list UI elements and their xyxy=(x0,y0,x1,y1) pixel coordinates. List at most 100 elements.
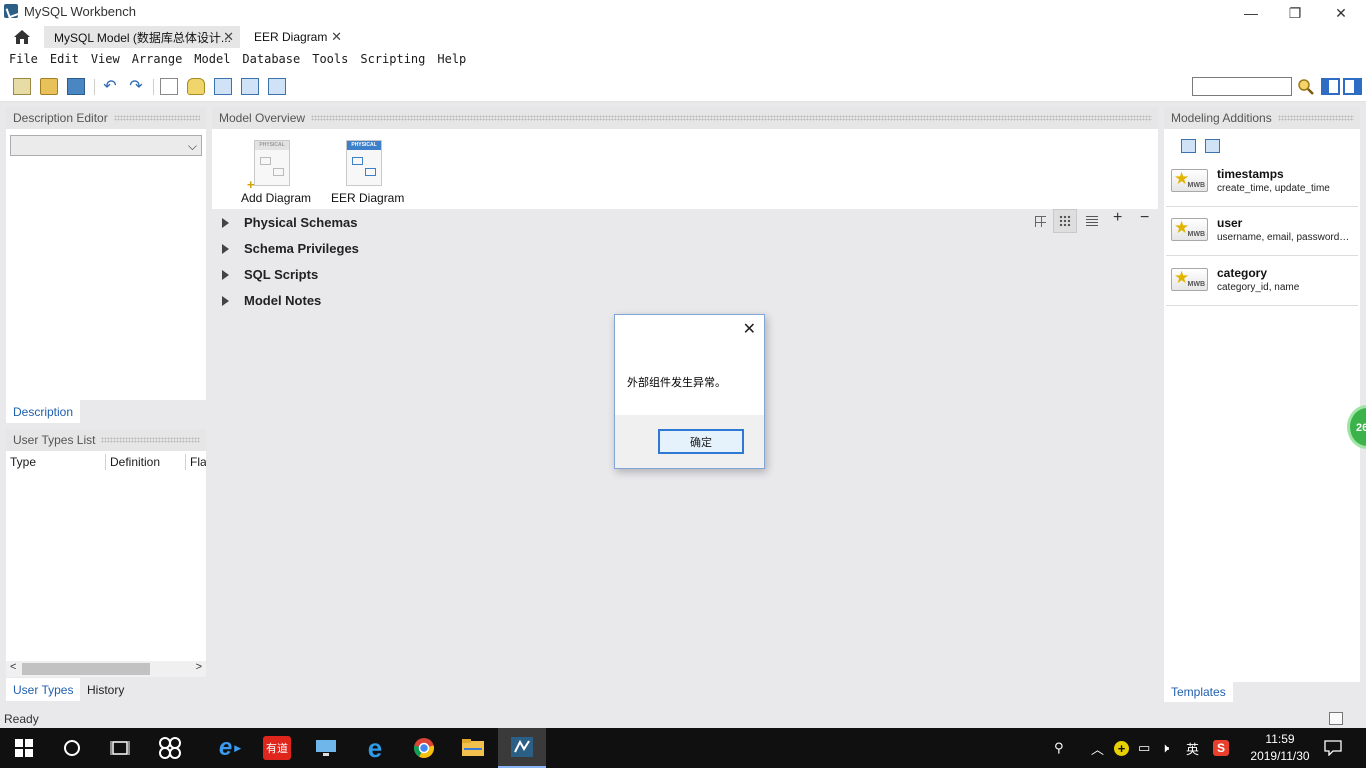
output-toggle-icon[interactable] xyxy=(1329,712,1343,725)
add-diagram-label[interactable]: Add Diagram xyxy=(241,191,311,205)
remove-icon[interactable]: − xyxy=(1140,209,1149,227)
template-item-category[interactable]: ★ MWB category category_id, name xyxy=(1166,258,1358,306)
window-title: MySQL Workbench xyxy=(24,4,136,19)
taskbar-app-chrome[interactable] xyxy=(400,728,448,768)
column-type[interactable]: Type xyxy=(10,455,36,469)
dialog-close-icon[interactable]: ✕ xyxy=(743,319,756,339)
taskbar-app-edge[interactable]: e xyxy=(351,728,399,768)
horizontal-scrollbar[interactable]: < > xyxy=(6,661,206,677)
save-model-icon[interactable] xyxy=(67,78,85,95)
expand-arrow-icon[interactable] xyxy=(222,217,229,228)
section-physical-schemas[interactable]: Physical Schemas xyxy=(222,215,357,230)
edit-template-icon[interactable] xyxy=(1181,139,1196,153)
user-types-list[interactable] xyxy=(6,451,206,661)
redo-icon[interactable]: ↷ xyxy=(127,78,145,95)
tab-history[interactable]: History xyxy=(80,678,131,701)
sogou-icon[interactable]: S xyxy=(1213,728,1229,768)
menu-model[interactable]: Model xyxy=(188,52,236,66)
restore-button[interactable]: ❐ xyxy=(1272,0,1318,26)
section-sql-scripts[interactable]: SQL Scripts xyxy=(222,267,318,282)
add-routine-icon[interactable] xyxy=(268,78,286,95)
menu-scripting[interactable]: Scripting xyxy=(354,52,431,66)
close-tab-icon[interactable]: ✕ xyxy=(331,29,342,45)
notification-center-icon[interactable] xyxy=(1324,728,1342,768)
minimize-button[interactable]: — xyxy=(1228,0,1274,26)
template-item-timestamps[interactable]: ★ MWB timestamps create_time, update_time xyxy=(1166,159,1358,207)
add-icon[interactable]: + xyxy=(1113,209,1122,227)
toggle-secondary-sidebar-icon[interactable] xyxy=(1343,78,1362,95)
expand-arrow-icon[interactable] xyxy=(222,269,229,280)
description-object-select[interactable]: ⌵ xyxy=(10,135,202,156)
expand-arrow-icon[interactable] xyxy=(222,243,229,254)
template-item-user[interactable]: ★MWB user username, email, password, cre… xyxy=(1166,208,1358,256)
menu-arrange[interactable]: Arrange xyxy=(126,52,189,66)
column-divider xyxy=(105,454,106,470)
show-hidden-icons-icon[interactable]: ︿ xyxy=(1091,728,1104,768)
start-button[interactable] xyxy=(0,728,48,768)
ime-indicator[interactable]: 英 xyxy=(1186,728,1199,768)
eer-diagram-label[interactable]: EER Diagram xyxy=(331,191,404,205)
new-template-icon[interactable] xyxy=(1205,139,1220,153)
taskbar-app-desktop[interactable] xyxy=(302,728,350,768)
people-icon[interactable]: ⚲ xyxy=(1054,728,1064,768)
panel-title: Model Overview xyxy=(219,111,306,125)
taskbar-app-butterfly[interactable] xyxy=(146,728,194,768)
menu-view[interactable]: View xyxy=(85,52,126,66)
expand-arrow-icon[interactable] xyxy=(222,295,229,306)
taskbar-app-explorer[interactable] xyxy=(449,728,497,768)
menu-tools[interactable]: Tools xyxy=(306,52,354,66)
network-icon[interactable]: ▭ xyxy=(1138,728,1150,768)
volume-muted-icon[interactable]: 🕨 xyxy=(1161,728,1169,768)
description-editor-body[interactable] xyxy=(6,129,206,400)
diagram-box-shape xyxy=(260,157,271,165)
ie-icon: e xyxy=(218,734,233,761)
small-icons-view-button[interactable] xyxy=(1053,209,1077,233)
tab-user-types[interactable]: User Types xyxy=(6,678,81,701)
home-tab[interactable] xyxy=(6,26,38,48)
chevron-down-icon: ⌵ xyxy=(187,139,197,153)
menu-help[interactable]: Help xyxy=(431,52,472,66)
open-model-icon[interactable] xyxy=(40,78,58,95)
scroll-right-icon[interactable]: > xyxy=(196,661,202,673)
search-input[interactable] xyxy=(1192,77,1292,96)
add-table-icon[interactable] xyxy=(214,78,232,95)
menu-edit[interactable]: Edit xyxy=(44,52,85,66)
list-view-button[interactable] xyxy=(1080,209,1104,233)
tray-app-icon[interactable]: + xyxy=(1114,728,1129,768)
system-clock[interactable]: 11:59 2019/11/30 xyxy=(1240,731,1320,765)
undo-icon[interactable]: ↶ xyxy=(101,78,119,95)
tab-description[interactable]: Description xyxy=(6,400,81,423)
task-view-button[interactable] xyxy=(96,728,144,768)
taskbar-app-mysql-workbench[interactable] xyxy=(498,728,546,768)
close-window-button[interactable]: ✕ xyxy=(1318,0,1364,26)
section-model-notes[interactable]: Model Notes xyxy=(222,293,321,308)
close-tab-icon[interactable]: ✕ xyxy=(223,29,234,45)
scroll-thumb[interactable] xyxy=(22,663,150,675)
add-view-icon[interactable] xyxy=(241,78,259,95)
tab-templates[interactable]: Templates xyxy=(1164,682,1233,702)
tab-mysql-model[interactable]: MySQL Model (数据库总体设计... ✕ xyxy=(44,26,240,48)
taskbar-app-ie[interactable]: e ▶ xyxy=(206,728,254,768)
scroll-left-icon[interactable]: < xyxy=(10,661,16,673)
column-flags[interactable]: Flags xyxy=(190,455,206,469)
panel-title: User Types List xyxy=(13,433,96,447)
tab-label: Description xyxy=(13,404,74,419)
ok-button[interactable]: 确定 xyxy=(658,429,744,454)
add-schema-icon[interactable] xyxy=(187,78,205,95)
search-taskbar-button[interactable] xyxy=(48,728,96,768)
add-diagram-icon[interactable] xyxy=(160,78,178,95)
menu-file[interactable]: File xyxy=(3,52,44,66)
taskbar-app-youdao[interactable]: 有道 xyxy=(253,728,301,768)
section-schema-privileges[interactable]: Schema Privileges xyxy=(222,241,359,256)
tab-label: MySQL Model (数据库总体设计... xyxy=(54,30,231,45)
search-icon[interactable] xyxy=(1297,78,1315,96)
add-diagram-icon[interactable]: PHYSICAL xyxy=(254,140,290,186)
eer-diagram-icon[interactable]: PHYSICAL xyxy=(346,140,382,186)
large-icons-view-button[interactable] xyxy=(1028,209,1052,233)
menu-database[interactable]: Database xyxy=(236,52,306,66)
column-definition[interactable]: Definition xyxy=(110,455,160,469)
small-icons-icon xyxy=(1059,215,1071,227)
new-model-icon[interactable] xyxy=(13,78,31,95)
tab-eer-diagram[interactable]: EER Diagram ✕ xyxy=(244,26,348,48)
toggle-sidebar-icon[interactable] xyxy=(1321,78,1340,95)
